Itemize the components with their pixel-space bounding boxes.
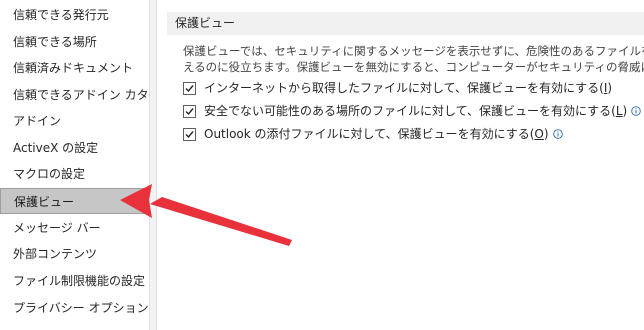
internet-files-checkbox[interactable] <box>183 81 196 95</box>
description-line-1: 保護ビューでは、セキュリティに関するメッセージを表示せずに、危険性のあるファイル… <box>183 44 644 58</box>
info-icon[interactable] <box>552 129 563 139</box>
internet-files-label: インターネットから取得したファイルに対して、保護ビューを有効にする(I) <box>204 81 613 95</box>
sidebar-item-trusted-publishers[interactable]: 信頼できる発行元 <box>0 2 149 28</box>
outlook-attachments-label: Outlook の添付ファイルに対して、保護ビューを有効にする(O) <box>204 127 549 141</box>
option-unsafe-locations[interactable]: 安全でない可能性のある場所のファイルに対して、保護ビューを有効にする(L) <box>183 102 641 120</box>
sidebar-item-protected-view[interactable]: 保護ビュー <box>0 188 149 214</box>
sidebar-item-external-content[interactable]: 外部コンテンツ <box>0 241 149 267</box>
sidebar-item-file-block-settings[interactable]: ファイル制限機能の設定 <box>0 268 149 294</box>
checkmark-icon <box>185 107 194 115</box>
sidebar-item-addins[interactable]: アドイン <box>0 108 149 134</box>
info-icon[interactable] <box>631 106 641 116</box>
option-internet-files[interactable]: インターネットから取得したファイルに対して、保護ビューを有効にする(I) <box>183 79 612 97</box>
trust-center-window: 信頼できる発行元 信頼できる場所 信頼済みドキュメント 信頼できるアドイン カタ… <box>0 0 644 330</box>
description-line-2: えるのに役立ちます。保護ビューを無効にすると、コンピューターがセキュリティの脅威… <box>183 60 644 74</box>
sidebar-item-trusted-documents[interactable]: 信頼済みドキュメント <box>0 55 149 81</box>
section-title: 保護ビュー <box>167 12 644 35</box>
checkmark-icon <box>185 84 194 92</box>
checkmark-icon <box>185 130 194 138</box>
protected-view-panel: 保護ビュー 保護ビューでは、セキュリティに関するメッセージを表示せずに、危険性の… <box>158 0 644 330</box>
section-description: 保護ビューでは、セキュリティに関するメッセージを表示せずに、危険性のあるファイル… <box>183 43 644 75</box>
unsafe-locations-checkbox[interactable] <box>183 104 196 118</box>
sidebar-item-trusted-locations[interactable]: 信頼できる場所 <box>0 29 149 55</box>
sidebar-item-trusted-addin-catalogs[interactable]: 信頼できるアドイン カタログ <box>0 82 149 108</box>
outlook-attachments-checkbox[interactable] <box>183 127 196 141</box>
trust-center-sidebar: 信頼できる発行元 信頼できる場所 信頼済みドキュメント 信頼できるアドイン カタ… <box>0 0 149 330</box>
sidebar-item-macro-settings[interactable]: マクロの設定 <box>0 161 149 187</box>
sidebar-item-privacy-options[interactable]: プライバシー オプション <box>0 295 149 321</box>
sidebar-item-message-bar[interactable]: メッセージ バー <box>0 215 149 241</box>
option-outlook-attachments[interactable]: Outlook の添付ファイルに対して、保護ビューを有効にする(O) <box>183 125 563 143</box>
unsafe-locations-label: 安全でない可能性のある場所のファイルに対して、保護ビューを有効にする(L) <box>204 104 628 118</box>
sidebar-item-activex-settings[interactable]: ActiveX の設定 <box>0 135 149 161</box>
sidebar-divider <box>149 0 157 330</box>
